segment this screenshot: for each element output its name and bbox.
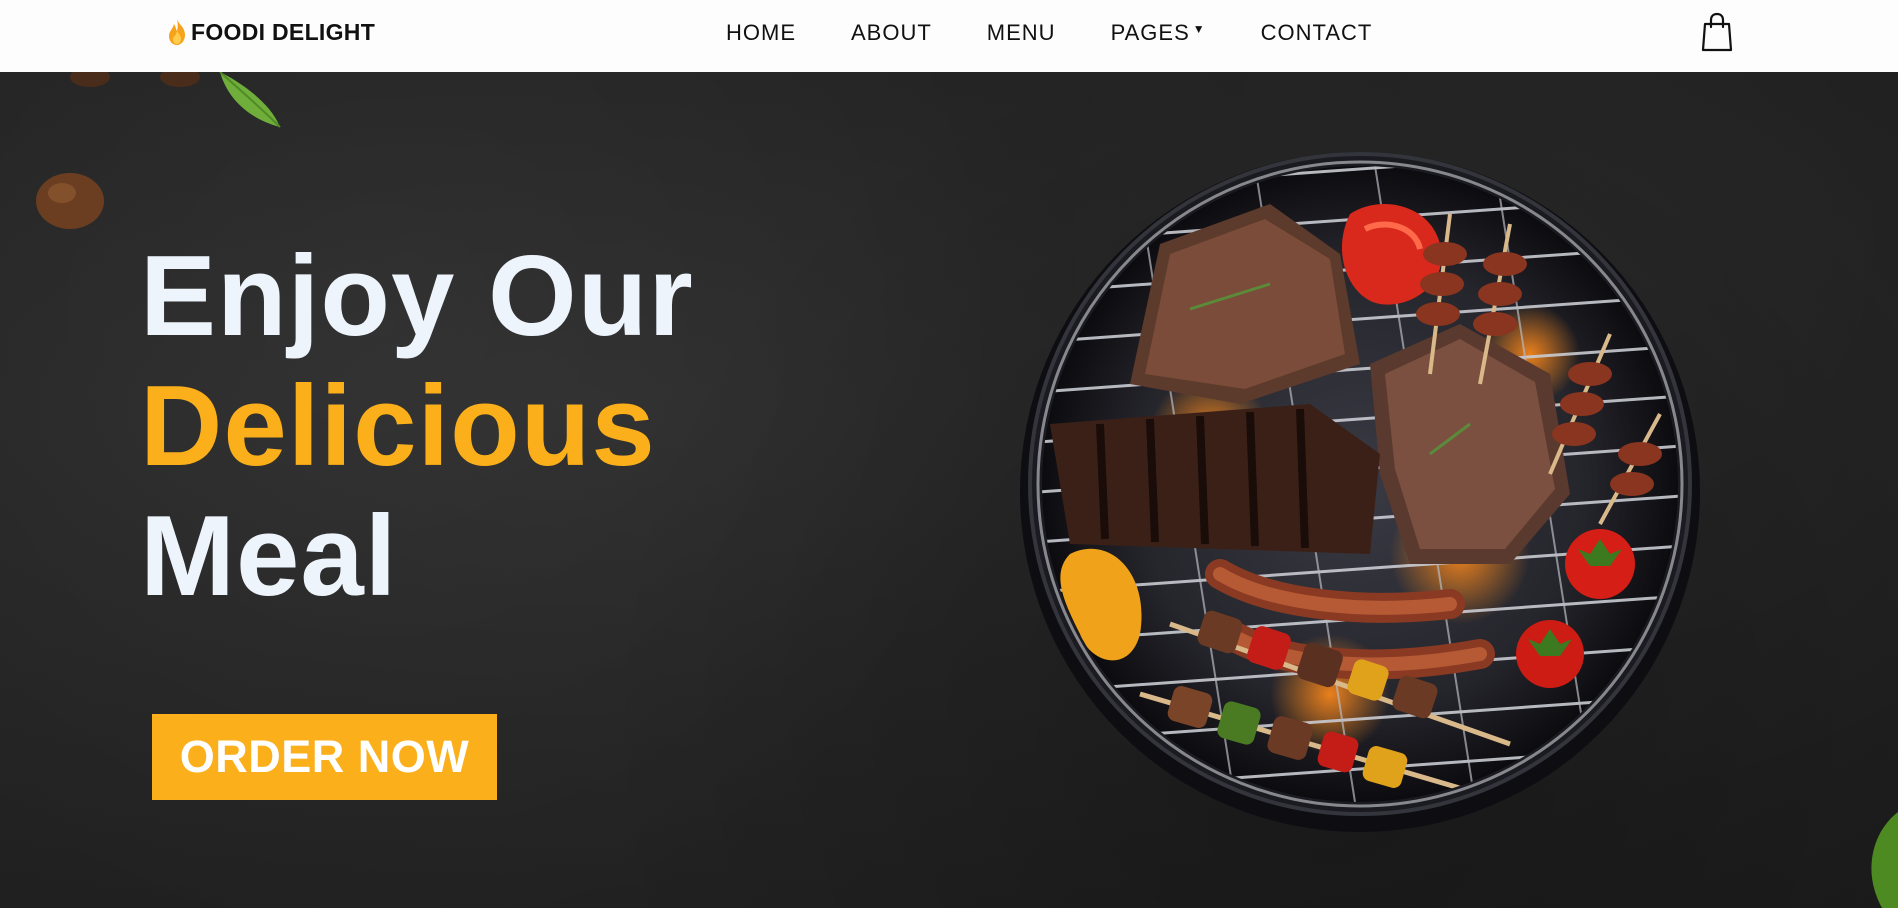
- nav-home[interactable]: HOME: [726, 20, 796, 46]
- leaf-decoration: [219, 72, 281, 128]
- leaf-decoration-bottom: [1871, 812, 1898, 908]
- nut-decoration-top: [70, 72, 200, 87]
- nav-menu[interactable]: MENU: [987, 20, 1056, 46]
- nav-contact-label: CONTACT: [1260, 20, 1373, 45]
- brand-name: FOODI DELIGHT: [191, 18, 376, 45]
- nav-pages-dropdown[interactable]: PAGES ▼: [1111, 20, 1206, 46]
- hero-section: Enjoy Our Delicious Meal ORDER NOW: [0, 72, 1898, 908]
- headline-line-1: Enjoy Our: [140, 233, 694, 360]
- chevron-down-icon: ▼: [1192, 22, 1206, 36]
- barbecue-grill-image: [1020, 152, 1700, 832]
- navbar: FOODI DELIGHT HOME ABOUT MENU PAGES ▼ CON…: [0, 0, 1898, 72]
- flame-icon: [169, 19, 185, 45]
- nav-about[interactable]: ABOUT: [851, 20, 932, 46]
- headline-line-3: Meal: [140, 493, 398, 620]
- nav-about-label: ABOUT: [851, 20, 932, 45]
- order-now-button[interactable]: ORDER NOW: [152, 714, 497, 800]
- nav-home-label: HOME: [726, 20, 796, 45]
- nav-pages-label: PAGES: [1110, 20, 1190, 45]
- main-nav: HOME ABOUT MENU PAGES ▼ CONTACT: [726, 20, 1427, 46]
- headline-line-2: Delicious: [140, 363, 656, 490]
- nav-contact[interactable]: CONTACT: [1261, 20, 1373, 46]
- shopping-bag-icon[interactable]: [1701, 12, 1733, 52]
- nav-menu-label: MENU: [986, 20, 1056, 45]
- brand-logo[interactable]: FOODI DELIGHT: [165, 17, 375, 47]
- hero-headline: Enjoy Our Delicious Meal: [140, 232, 694, 622]
- hazelnut-decoration: [36, 173, 104, 229]
